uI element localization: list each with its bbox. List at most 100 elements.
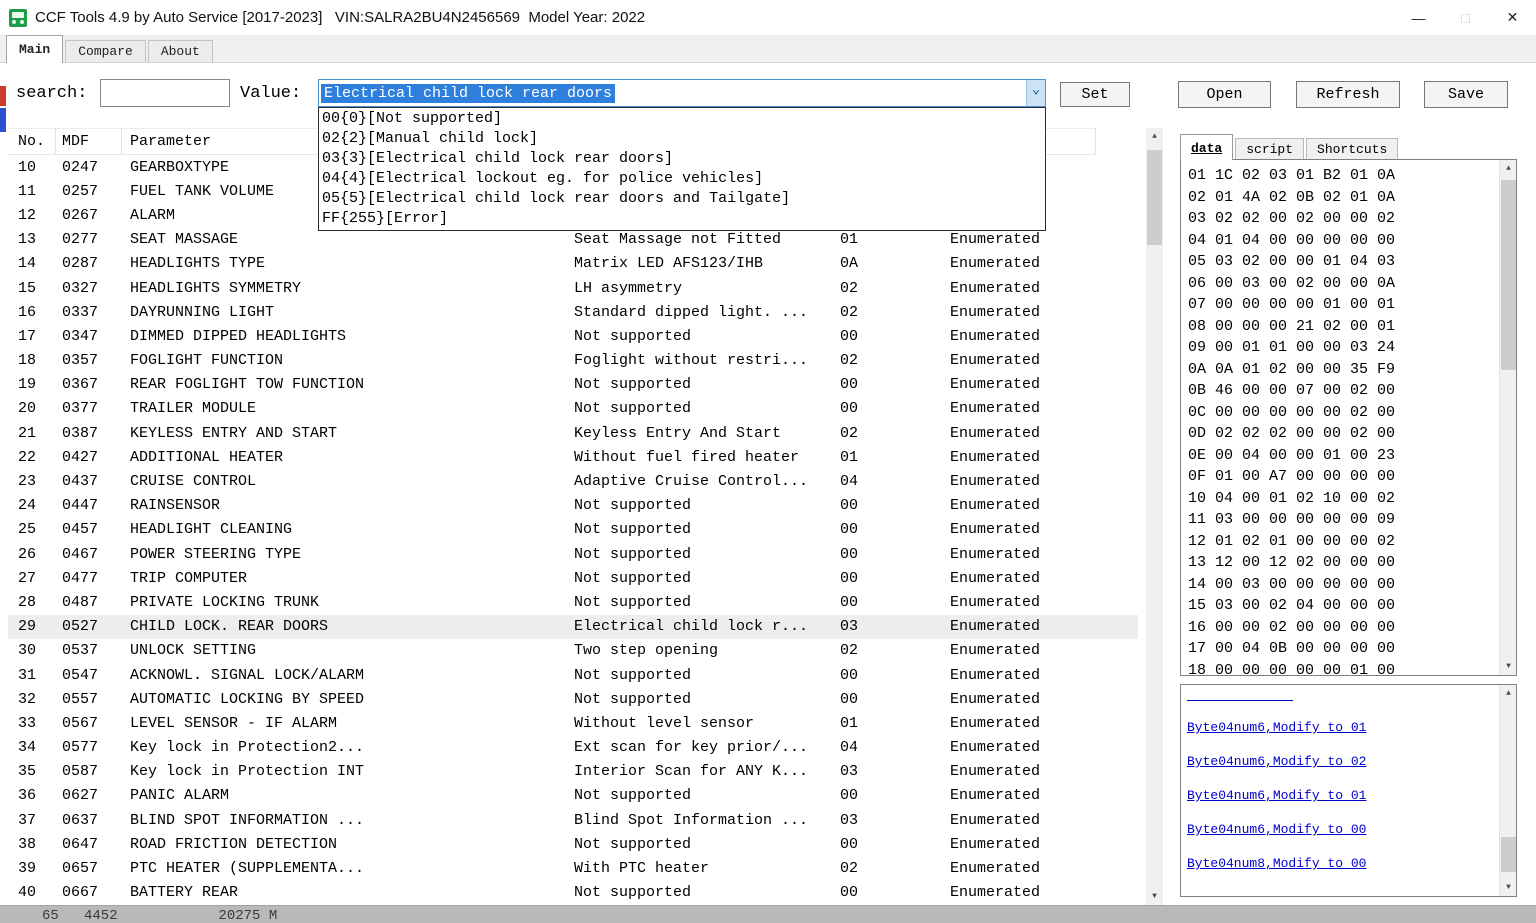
tab-compare[interactable]: Compare <box>65 40 146 62</box>
cell-blank <box>390 687 572 711</box>
chevron-down-icon: ⌄ <box>1032 85 1040 95</box>
dropdown-option[interactable]: 04{4}[Electrical lockout eg. for police … <box>319 169 1045 189</box>
dropdown-option[interactable]: 03{3}[Electrical child lock rear doors] <box>319 149 1045 169</box>
cell-description: Not supported <box>572 518 834 542</box>
table-row[interactable]: 130277SEAT MASSAGESeat Massage not Fitte… <box>8 228 1138 252</box>
bottom-clipped-text: 65 4452 20275 M <box>42 908 277 923</box>
table-row[interactable]: 310547ACKNOWL. SIGNAL LOCK/ALARMNot supp… <box>8 663 1138 687</box>
log-scrollbar-thumb[interactable] <box>1501 837 1516 872</box>
table-row[interactable]: 350587Key lock in Protection INTInterior… <box>8 760 1138 784</box>
cell-parameter: FOGLIGHT FUNCTION <box>122 349 390 373</box>
open-button[interactable]: Open <box>1178 81 1271 108</box>
cell-mdf: 0647 <box>56 832 122 856</box>
cell-no: 17 <box>8 324 56 348</box>
cell-no: 10 <box>8 155 56 179</box>
scroll-up-icon[interactable]: ▲ <box>1500 685 1517 702</box>
tab-data[interactable]: data <box>1180 134 1233 160</box>
log-scrollbar[interactable]: ▲ ▼ <box>1499 685 1516 896</box>
tab-main[interactable]: Main <box>6 35 63 63</box>
window-controls: — □ ✕ <box>1395 0 1536 36</box>
dropdown-option[interactable]: 02{2}[Manual child lock] <box>319 129 1045 149</box>
refresh-button[interactable]: Refresh <box>1296 81 1400 108</box>
table-row[interactable]: 230437CRUISE CONTROLAdaptive Cruise Cont… <box>8 469 1138 493</box>
hex-scrollbar[interactable]: ▲ ▼ <box>1499 160 1516 675</box>
hex-scrollbar-thumb[interactable] <box>1501 180 1516 370</box>
cell-mdf: 0447 <box>56 494 122 518</box>
title-bar: CCF Tools 4.9 by Auto Service [2017-2023… <box>0 0 1536 36</box>
search-input[interactable] <box>100 79 230 107</box>
cell-description: Without level sensor <box>572 711 834 735</box>
log-entry[interactable]: Byte04num6,Modify to 00 <box>1187 822 1366 837</box>
cell-mdf: 0537 <box>56 639 122 663</box>
cell-no: 19 <box>8 373 56 397</box>
scroll-up-icon[interactable]: ▲ <box>1500 160 1517 177</box>
log-entry[interactable]: Byte04num6,Modify to 01 <box>1187 788 1366 803</box>
maximize-button[interactable]: □ <box>1442 0 1489 36</box>
cell-description: Without fuel fired heater <box>572 445 834 469</box>
header-mdf[interactable]: MDF <box>56 129 122 154</box>
log-entry[interactable]: Byte04num6,Modify to 02 <box>1187 754 1366 769</box>
value-combobox[interactable]: Electrical child lock rear doors ⌄ <box>318 79 1046 107</box>
cell-type: Enumerated <box>946 276 1096 300</box>
scroll-down-icon[interactable]: ▼ <box>1146 888 1163 905</box>
minimize-button[interactable]: — <box>1395 0 1442 36</box>
cell-type: Enumerated <box>946 615 1096 639</box>
table-row[interactable]: 220427ADDITIONAL HEATERWithout fuel fire… <box>8 445 1138 469</box>
dropdown-option[interactable]: 00{0}[Not supported] <box>319 109 1045 129</box>
table-row[interactable]: 390657PTC HEATER (SUPPLEMENTA...With PTC… <box>8 856 1138 880</box>
cell-value: 0A <box>834 252 946 276</box>
cell-description: Not supported <box>572 590 834 614</box>
table-row[interactable]: 330567LEVEL SENSOR - IF ALARMWithout lev… <box>8 711 1138 735</box>
tab-script[interactable]: script <box>1235 138 1304 159</box>
table-row[interactable]: 370637BLIND SPOT INFORMATION ...Blind Sp… <box>8 808 1138 832</box>
table-row[interactable]: 240447RAINSENSORNot supported00Enumerate… <box>8 494 1138 518</box>
save-button[interactable]: Save <box>1424 81 1508 108</box>
table-scrollbar-thumb[interactable] <box>1147 150 1162 245</box>
tab-shortcuts[interactable]: Shortcuts <box>1306 138 1398 159</box>
table-row[interactable]: 180357FOGLIGHT FUNCTIONFoglight without … <box>8 349 1138 373</box>
log-entry[interactable]: Byte04num8,Modify to 00 <box>1187 856 1366 871</box>
close-button[interactable]: ✕ <box>1489 0 1536 36</box>
table-row[interactable]: 150327HEADLIGHTS SYMMETRYLH asymmetry02E… <box>8 276 1138 300</box>
table-row[interactable]: 170347DIMMED DIPPED HEADLIGHTSNot suppor… <box>8 324 1138 348</box>
cell-type: Enumerated <box>946 784 1096 808</box>
cell-mdf: 0387 <box>56 421 122 445</box>
table-row[interactable]: 280487PRIVATE LOCKING TRUNKNot supported… <box>8 590 1138 614</box>
table-row[interactable]: 290527CHILD LOCK. REAR DOORSElectrical c… <box>8 615 1138 639</box>
table-row[interactable]: 300537UNLOCK SETTINGTwo step opening02En… <box>8 639 1138 663</box>
table-row[interactable]: 260467POWER STEERING TYPENot supported00… <box>8 542 1138 566</box>
tab-about[interactable]: About <box>148 40 213 62</box>
header-no[interactable]: No. <box>8 129 56 154</box>
table-row[interactable]: 210387KEYLESS ENTRY AND STARTKeyless Ent… <box>8 421 1138 445</box>
cell-mdf: 0337 <box>56 300 122 324</box>
table-scrollbar[interactable]: ▲ ▼ <box>1146 128 1163 905</box>
scroll-up-icon[interactable]: ▲ <box>1146 128 1163 145</box>
cell-no: 13 <box>8 228 56 252</box>
table-row[interactable]: 320557AUTOMATIC LOCKING BY SPEEDNot supp… <box>8 687 1138 711</box>
table-row[interactable]: 250457HEADLIGHT CLEANINGNot supported00E… <box>8 518 1138 542</box>
edge-red-mark <box>0 86 6 106</box>
dropdown-option[interactable]: 05{5}[Electrical child lock rear doors a… <box>319 189 1045 209</box>
set-button[interactable]: Set <box>1060 82 1130 107</box>
cell-type: Enumerated <box>946 349 1096 373</box>
table-row[interactable]: 160337DAYRUNNING LIGHTStandard dipped li… <box>8 300 1138 324</box>
table-row[interactable]: 340577Key lock in Protection2...Ext scan… <box>8 736 1138 760</box>
cell-blank <box>390 856 572 880</box>
scroll-down-icon[interactable]: ▼ <box>1500 879 1517 896</box>
cell-blank <box>390 276 572 300</box>
combo-dropdown-button[interactable]: ⌄ <box>1026 80 1045 106</box>
hex-line: 0E 00 04 00 00 01 00 23 <box>1188 445 1395 467</box>
dropdown-option[interactable]: FF{255}[Error] <box>319 209 1045 229</box>
scroll-down-icon[interactable]: ▼ <box>1500 658 1517 675</box>
table-row[interactable]: 200377TRAILER MODULENot supported00Enume… <box>8 397 1138 421</box>
table-row[interactable]: 360627PANIC ALARMNot supported00Enumerat… <box>8 784 1138 808</box>
cell-description: Blind Spot Information ... <box>572 808 834 832</box>
table-row[interactable]: 140287HEADLIGHTS TYPEMatrix LED AFS123/I… <box>8 252 1138 276</box>
log-entry[interactable]: Byte04num6,Modify to 01 <box>1187 720 1366 735</box>
table-row[interactable]: 380647ROAD FRICTION DETECTIONNot support… <box>8 832 1138 856</box>
hex-line: 09 00 01 01 00 00 03 24 <box>1188 337 1395 359</box>
cell-value: 00 <box>834 494 946 518</box>
table-row[interactable]: 270477TRIP COMPUTERNot supported00Enumer… <box>8 566 1138 590</box>
table-row[interactable]: 400667BATTERY REARNot supported00Enumera… <box>8 881 1138 905</box>
table-row[interactable]: 190367REAR FOGLIGHT TOW FUNCTIONNot supp… <box>8 373 1138 397</box>
